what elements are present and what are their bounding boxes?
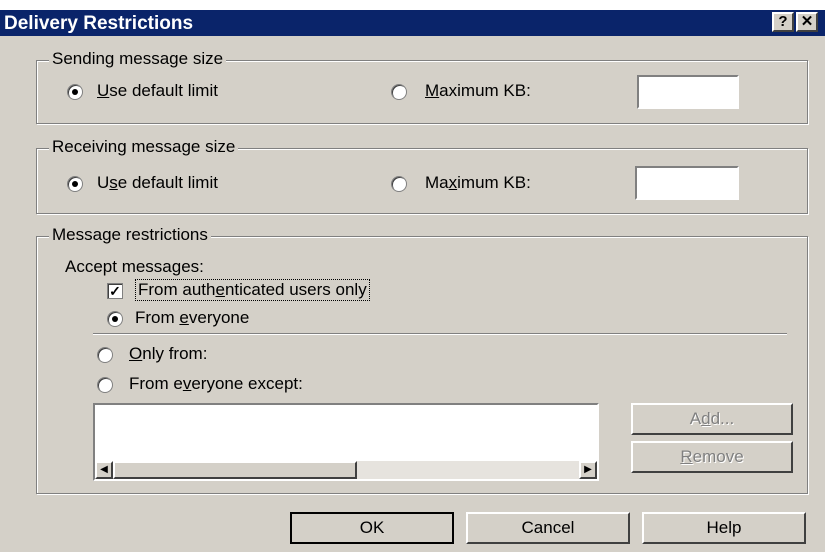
message-restrictions-legend: Message restrictions (49, 225, 211, 245)
scroll-thumb[interactable] (113, 461, 357, 479)
radio-selected-dot (72, 181, 78, 187)
horizontal-scrollbar[interactable]: ◀ ▶ (95, 461, 597, 479)
sending-size-group: Sending message size Use default limit M… (36, 49, 808, 124)
from-everyone-radio[interactable] (107, 311, 123, 327)
check-icon: ✓ (109, 283, 121, 299)
separator-line (93, 333, 787, 335)
help-button[interactable]: Help (642, 512, 806, 544)
receiving-default-radio[interactable] (67, 176, 83, 192)
close-button[interactable]: ✕ (796, 12, 818, 32)
sending-size-legend: Sending message size (49, 49, 227, 69)
help-title-button[interactable]: ? (772, 12, 794, 32)
receiving-max-label[interactable]: Maximum KB: (425, 173, 531, 193)
title-bar: Delivery Restrictions ? ✕ (0, 10, 825, 36)
sending-default-radio[interactable] (67, 84, 83, 100)
only-from-label[interactable]: Only from: (129, 344, 207, 364)
receiving-size-group: Receiving message size Use default limit… (36, 137, 808, 214)
receiving-size-legend: Receiving message size (49, 137, 239, 157)
sending-default-label[interactable]: Use default limit (97, 81, 218, 101)
scroll-left-arrow-icon[interactable]: ◀ (95, 461, 113, 479)
message-restrictions-group: Message restrictions Accept messages: ✓ … (36, 225, 808, 494)
receiving-max-kb-input[interactable] (635, 166, 739, 200)
window-title: Delivery Restrictions (4, 13, 194, 34)
everyone-except-radio[interactable] (97, 377, 113, 393)
receiving-default-label[interactable]: Use default limit (97, 173, 218, 193)
everyone-except-label[interactable]: From everyone except: (129, 374, 303, 394)
radio-selected-dot (112, 316, 118, 322)
cancel-button[interactable]: Cancel (466, 512, 630, 544)
radio-selected-dot (72, 89, 78, 95)
sending-max-radio[interactable] (391, 84, 407, 100)
ok-button[interactable]: OK (290, 512, 454, 544)
from-everyone-label[interactable]: From everyone (135, 308, 249, 328)
close-icon: ✕ (800, 13, 814, 30)
scroll-right-arrow-icon[interactable]: ▶ (579, 461, 597, 479)
question-icon: ? (778, 13, 788, 30)
sending-max-kb-input[interactable] (637, 75, 739, 109)
authenticated-only-checkbox[interactable]: ✓ (107, 283, 123, 299)
dialog-body: Sending message size Use default limit M… (0, 36, 825, 552)
receiving-max-radio[interactable] (391, 176, 407, 192)
delivery-restrictions-dialog: Delivery Restrictions ? ✕ Sending messag… (0, 0, 825, 552)
add-button[interactable]: Add... (631, 403, 793, 435)
accept-messages-label: Accept messages: (65, 257, 204, 276)
recipients-listbox[interactable]: ◀ ▶ (93, 403, 599, 481)
only-from-radio[interactable] (97, 347, 113, 363)
sending-max-label[interactable]: Maximum KB: (425, 81, 531, 101)
remove-button[interactable]: Remove (631, 441, 793, 473)
authenticated-only-label[interactable]: From authenticated users only (135, 279, 370, 301)
